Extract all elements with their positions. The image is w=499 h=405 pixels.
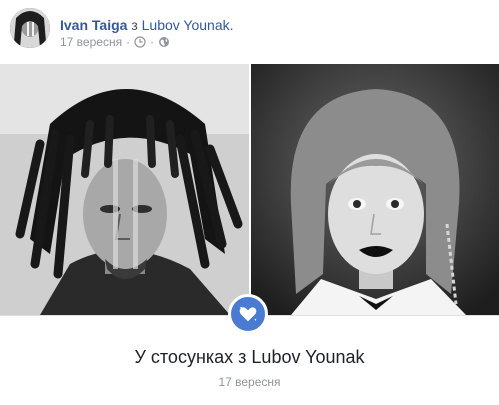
tagged-user-link[interactable]: Lubov Younak. bbox=[142, 17, 234, 33]
life-event-title: У стосунках з Lubov Younak bbox=[134, 347, 365, 367]
author-name-link[interactable]: Ivan Taiga bbox=[60, 17, 127, 33]
with-word: з bbox=[131, 17, 138, 33]
post-header: Ivan Taiga з Lubov Younak. 17 вересня · … bbox=[10, 8, 480, 58]
life-event-date: 17 вересня bbox=[218, 375, 281, 389]
life-event-badge bbox=[228, 294, 268, 334]
post-date-link[interactable]: 17 вересня bbox=[60, 35, 122, 49]
globe-icon[interactable] bbox=[158, 36, 170, 48]
meta-separator: · bbox=[126, 35, 131, 49]
heart-icon bbox=[239, 306, 257, 322]
clock-icon bbox=[134, 36, 146, 48]
photo-collage bbox=[0, 64, 499, 315]
photo-man[interactable] bbox=[0, 64, 249, 315]
photo-woman[interactable] bbox=[251, 64, 499, 315]
post-meta-line: 17 вересня · · bbox=[60, 35, 170, 49]
post-title-line: Ivan Taiga з Lubov Younak. bbox=[60, 16, 234, 34]
post-card: Ivan Taiga з Lubov Younak. 17 вересня · … bbox=[0, 0, 499, 405]
meta-separator-2: · bbox=[150, 35, 155, 49]
author-avatar[interactable] bbox=[10, 8, 50, 48]
